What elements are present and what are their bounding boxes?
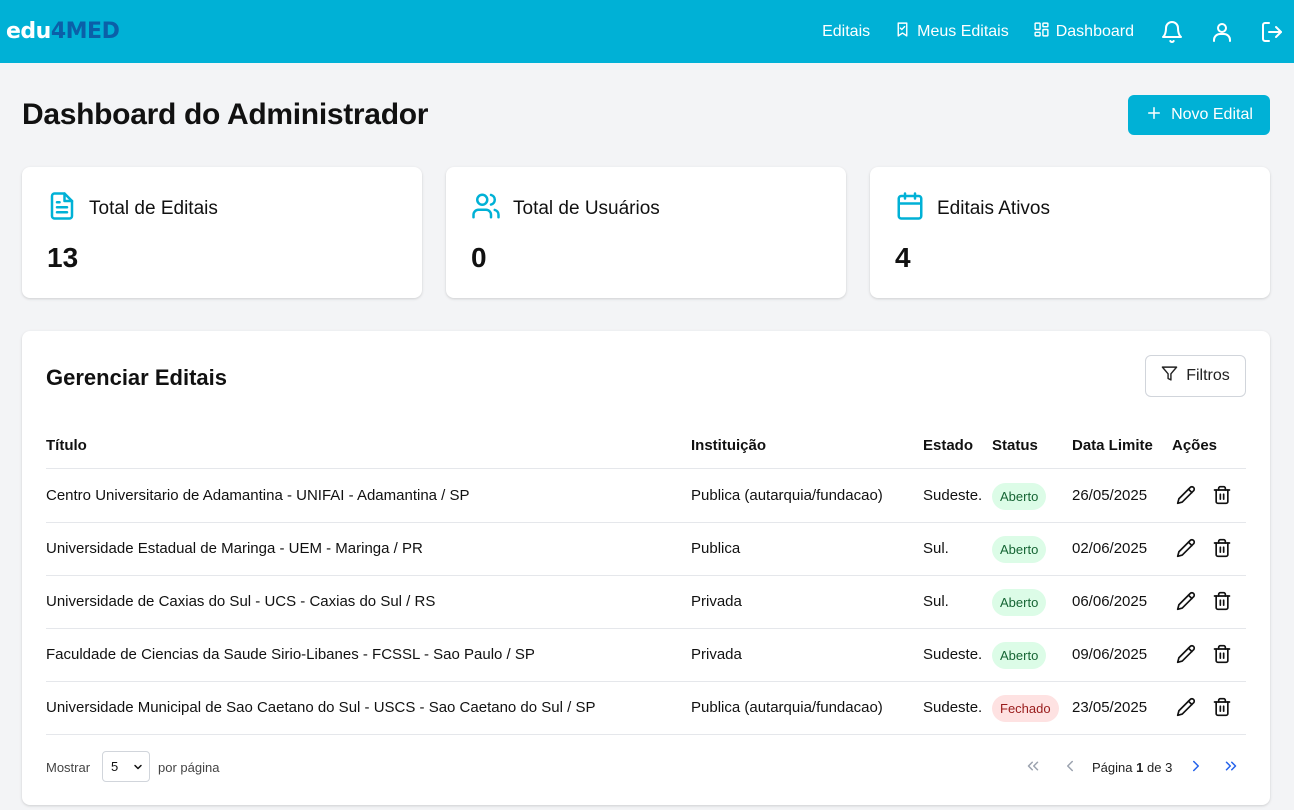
stat-label: Total de Editais <box>89 197 218 219</box>
filters-button[interactable]: Filtros <box>1145 355 1246 397</box>
cell-data-limite: 09/06/2025 <box>1072 646 1148 663</box>
nav-dashboard-label: Dashboard <box>1055 22 1134 40</box>
cell-instituicao: Publica (autarquia/fundacao) <box>691 699 883 716</box>
brand-logo-part2: 4MED <box>50 19 120 44</box>
edit-pencil-icon[interactable] <box>1176 591 1198 613</box>
bell-icon[interactable] <box>1160 20 1184 44</box>
edit-pencil-icon[interactable] <box>1176 538 1198 560</box>
page-indicator: Página 1 de 3 <box>1092 760 1172 775</box>
prev-page-icon[interactable] <box>1061 757 1081 777</box>
cell-instituicao: Publica <box>691 540 741 557</box>
next-page-icon[interactable] <box>1187 757 1207 777</box>
grid-icon <box>1033 21 1050 43</box>
stat-value: 0 <box>471 242 487 273</box>
col-status[interactable]: Status <box>992 437 1038 454</box>
nav-menu: Editais Meus Editais Dashboard <box>798 0 1288 63</box>
cell-data-limite: 02/06/2025 <box>1072 540 1148 557</box>
delete-trash-icon[interactable] <box>1212 591 1234 613</box>
status-badge: Aberto <box>992 642 1047 669</box>
stat-value: 13 <box>47 242 79 273</box>
col-instituicao[interactable]: Instituição <box>691 437 766 454</box>
stat-card-total-editais: Total de Editais 13 <box>22 167 422 298</box>
cell-titulo: Universidade de Caxias do Sul - UCS - Ca… <box>46 593 436 610</box>
brand-logo[interactable]: edu4MED <box>6 19 120 44</box>
table-row: Universidade Estadual de Maringa - UEM -… <box>46 523 1246 576</box>
cell-data-limite: 06/06/2025 <box>1072 593 1148 610</box>
table-row: Universidade de Caxias do Sul - UCS - Ca… <box>46 576 1246 629</box>
col-estado[interactable]: Estado <box>923 437 973 454</box>
nav-meus-editais-label: Meus Editais <box>917 22 1009 40</box>
status-badge: Aberto <box>992 483 1047 510</box>
col-data-limite[interactable]: Data Limite <box>1072 437 1153 454</box>
delete-trash-icon[interactable] <box>1212 485 1234 507</box>
table-row: Universidade Municipal de Sao Caetano do… <box>46 682 1246 735</box>
edit-pencil-icon[interactable] <box>1176 485 1198 507</box>
stat-card-editais-ativos: Editais Ativos 4 <box>870 167 1270 298</box>
delete-trash-icon[interactable] <box>1212 538 1234 560</box>
current-page: 1 <box>1136 760 1144 775</box>
edit-pencil-icon[interactable] <box>1176 644 1198 666</box>
page-word: Página <box>1092 760 1133 775</box>
cell-estado: Sudeste. <box>923 699 983 716</box>
new-edital-label: Novo Edital <box>1171 106 1253 123</box>
per-page-label: por página <box>158 760 220 775</box>
users-icon <box>471 191 501 226</box>
cell-data-limite: 23/05/2025 <box>1072 699 1148 716</box>
page-title: Dashboard do Administrador <box>22 98 429 131</box>
table-row: Faculdade de Ciencias da Saude Sirio-Lib… <box>46 629 1246 682</box>
cell-estado: Sul. <box>923 540 949 557</box>
filter-icon <box>1161 365 1178 387</box>
cell-estado: Sudeste. <box>923 646 983 663</box>
plus-icon <box>1145 104 1163 127</box>
status-badge: Aberto <box>992 536 1047 563</box>
cell-estado: Sudeste. <box>923 487 983 504</box>
edit-pencil-icon[interactable] <box>1176 697 1198 719</box>
manage-editais-panel: Gerenciar Editais Filtros Título Institu… <box>22 331 1270 805</box>
cell-instituicao: Privada <box>691 646 742 663</box>
logout-icon[interactable] <box>1260 20 1284 44</box>
chevron-down-icon <box>132 761 144 773</box>
col-acoes: Ações <box>1172 437 1218 454</box>
total-pages: 3 <box>1165 760 1173 775</box>
status-badge: Aberto <box>992 589 1047 616</box>
user-icon[interactable] <box>1210 20 1234 44</box>
cell-titulo: Universidade Estadual de Maringa - UEM -… <box>46 540 423 557</box>
nav-editais-link[interactable]: Editais <box>822 23 870 41</box>
cell-estado: Sul. <box>923 593 949 610</box>
nav-editais-label: Editais <box>822 22 871 40</box>
brand-logo-part1: edu <box>6 19 51 44</box>
table-row: Centro Universitario de Adamantina - UNI… <box>46 470 1246 523</box>
of-word: de <box>1146 760 1162 775</box>
panel-title: Gerenciar Editais <box>46 365 227 390</box>
top-navbar: edu4MED Editais Meus Editais Dashboard <box>0 0 1294 63</box>
table-header: Título Instituição Estado Status Data Li… <box>46 423 1246 469</box>
new-edital-button[interactable]: Novo Edital <box>1128 95 1270 135</box>
col-titulo[interactable]: Título <box>46 437 87 454</box>
cell-titulo: Faculdade de Ciencias da Saude Sirio-Lib… <box>46 646 535 663</box>
status-badge: Fechado <box>992 695 1059 722</box>
calendar-icon <box>895 191 925 226</box>
stat-label: Total de Usuários <box>513 197 660 219</box>
delete-trash-icon[interactable] <box>1212 644 1234 666</box>
last-page-icon[interactable] <box>1222 757 1242 777</box>
page-size-select[interactable]: 5 <box>102 751 150 782</box>
filters-label: Filtros <box>1186 367 1230 384</box>
cell-titulo: Centro Universitario de Adamantina - UNI… <box>46 487 470 504</box>
cell-data-limite: 26/05/2025 <box>1072 487 1148 504</box>
nav-dashboard-link[interactable]: Dashboard <box>1033 21 1134 43</box>
nav-meus-editais-link[interactable]: Meus Editais <box>894 21 1009 43</box>
stat-value: 4 <box>895 242 911 273</box>
stat-card-total-usuarios: Total de Usuários 0 <box>446 167 846 298</box>
table-footer: Mostrar 5 por página Página 1 de 3 <box>46 751 1246 783</box>
delete-trash-icon[interactable] <box>1212 697 1234 719</box>
cell-instituicao: Privada <box>691 593 742 610</box>
cell-instituicao: Publica (autarquia/fundacao) <box>691 487 883 504</box>
show-label: Mostrar <box>46 760 91 775</box>
first-page-icon[interactable] <box>1024 757 1044 777</box>
page-size-value: 5 <box>111 759 119 774</box>
bookmark-icon <box>894 21 911 43</box>
document-icon <box>47 191 77 226</box>
cell-titulo: Universidade Municipal de Sao Caetano do… <box>46 699 596 716</box>
stat-label: Editais Ativos <box>937 197 1050 219</box>
